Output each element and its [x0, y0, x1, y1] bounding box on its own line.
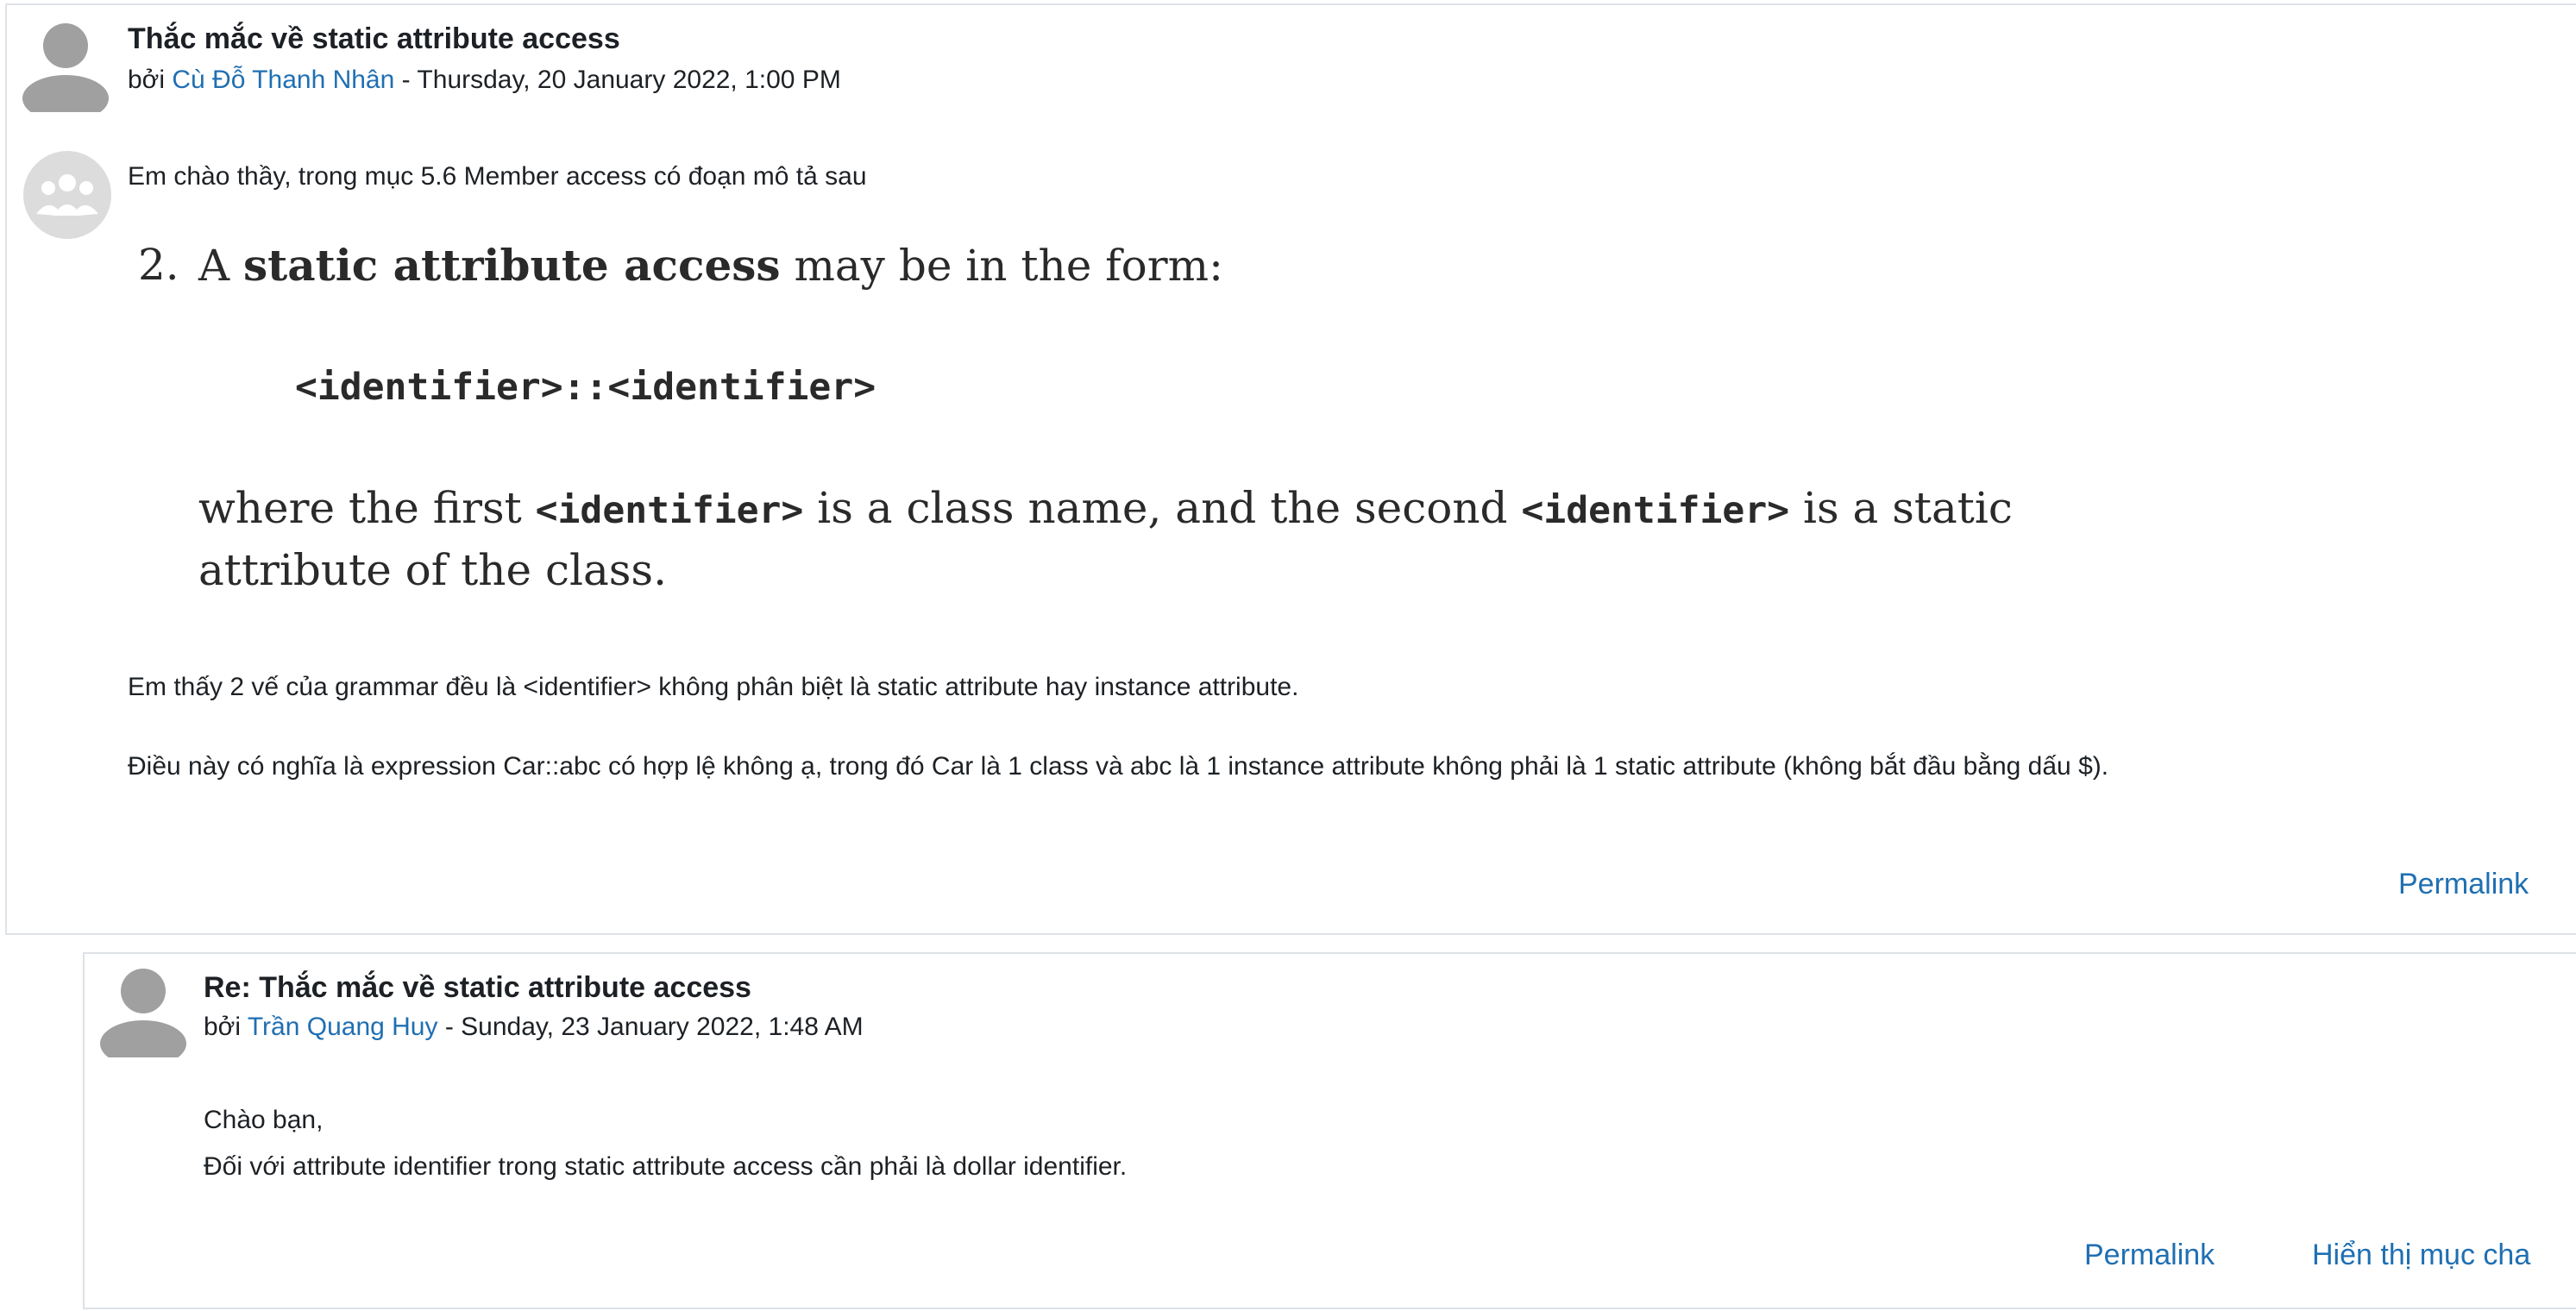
excerpt-lead-rest: may be in the form: — [780, 241, 1223, 291]
excerpt-code-1: <identifier> — [535, 489, 804, 532]
excerpt-code-2: <identifier> — [1521, 489, 1790, 532]
by-prefix: bởi — [128, 66, 173, 94]
post-paragraph: Điều này có nghĩa là expression Car::abc… — [128, 752, 2109, 781]
excerpt-lead: A — [198, 241, 244, 291]
post-intro-text: Em chào thầy, trong mục 5.6 Member acces… — [128, 162, 867, 191]
by-prefix: bởi — [204, 1013, 248, 1041]
excerpt-line-2: attribute of the class. — [198, 545, 667, 595]
user-avatar-icon — [100, 969, 186, 1057]
excerpt-lead-line: A static attribute access may be in the … — [198, 240, 1223, 291]
post-date: - Thursday, 20 January 2022, 1:00 PM — [394, 66, 841, 94]
author-link[interactable]: Trần Quang Huy — [248, 1013, 438, 1041]
excerpt-where-1: where the first — [198, 483, 536, 533]
group-icon — [23, 151, 111, 239]
user-avatar-icon — [22, 23, 109, 112]
reply-line: Đối với attribute identifier trong stati… — [204, 1152, 1128, 1181]
post-subject: Thắc mắc về static attribute access — [128, 22, 620, 55]
excerpt-where-3: is a static — [1789, 483, 2013, 533]
permalink-link[interactable]: Permalink — [2398, 868, 2529, 901]
post-subject: Re: Thắc mắc về static attribute access — [204, 971, 751, 1004]
excerpt-where-2: is a class name, and the second — [803, 483, 1522, 533]
author-link[interactable]: Cù Đỗ Thanh Nhân — [172, 66, 394, 94]
excerpt-where-line: where the first <identifier> is a class … — [198, 483, 2013, 533]
show-parent-link[interactable]: Hiển thị mục cha — [2312, 1239, 2530, 1272]
forum-post: Thắc mắc về static attribute access bởi … — [5, 3, 2576, 935]
reply-line: Chào bạn, — [204, 1106, 324, 1134]
forum-reply: Re: Thắc mắc về static attribute access … — [83, 952, 2576, 1309]
excerpt-term: static attribute access — [243, 240, 781, 291]
post-paragraph: Em thấy 2 vế của grammar đều là <identif… — [128, 673, 1299, 701]
permalink-link[interactable]: Permalink — [2084, 1239, 2215, 1272]
post-byline: bởi Trần Quang Huy - Sunday, 23 January … — [204, 1013, 864, 1042]
excerpt-code: <identifier>::<identifier> — [295, 366, 876, 409]
post-byline: bởi Cù Đỗ Thanh Nhân - Thursday, 20 Janu… — [128, 66, 841, 95]
excerpt-number: 2. — [138, 240, 179, 290]
post-date: - Sunday, 23 January 2022, 1:48 AM — [437, 1013, 864, 1041]
